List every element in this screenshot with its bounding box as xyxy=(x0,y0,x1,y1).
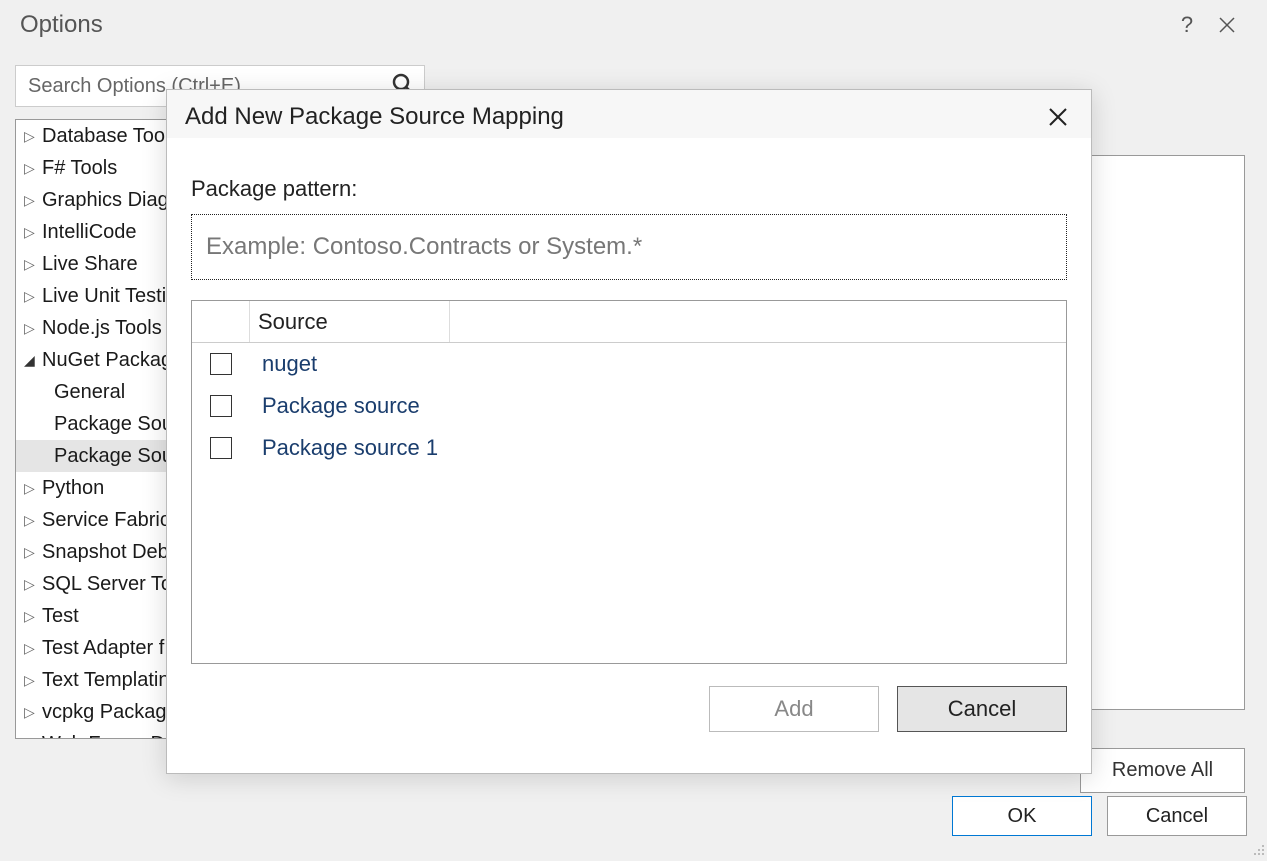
tree-item-label: Live Unit Testi xyxy=(42,285,166,308)
source-checkbox-cell xyxy=(192,437,250,459)
chevron-right-icon[interactable]: ▷ xyxy=(24,736,38,740)
tree-item-label: vcpkg Package xyxy=(42,701,178,724)
resize-grip-icon[interactable] xyxy=(1251,842,1265,859)
sources-grid: Source nuget Package source Package source… xyxy=(191,300,1067,664)
add-mapping-body: Package pattern: Source nuget Package sou… xyxy=(167,138,1091,732)
tree-item-label: Web Forms De xyxy=(42,733,176,740)
source-row[interactable]: Package source 1 xyxy=(192,427,1066,469)
chevron-right-icon[interactable]: ▷ xyxy=(24,576,38,593)
add-mapping-close-button[interactable] xyxy=(1043,102,1073,132)
source-row[interactable]: nuget xyxy=(192,343,1066,385)
source-checkbox[interactable] xyxy=(210,437,232,459)
chevron-right-icon[interactable]: ▷ xyxy=(24,288,38,305)
source-checkbox[interactable] xyxy=(210,353,232,375)
options-titlebar: Options ? xyxy=(0,0,1267,50)
tree-item-label: Python xyxy=(42,477,104,500)
chevron-right-icon[interactable]: ▷ xyxy=(24,544,38,561)
tree-item-label: IntelliCode xyxy=(42,221,137,244)
sources-grid-header: Source xyxy=(192,301,1066,343)
add-mapping-titlebar: Add New Package Source Mapping xyxy=(167,90,1091,138)
package-pattern-input[interactable] xyxy=(191,214,1067,280)
chevron-right-icon[interactable]: ▷ xyxy=(24,256,38,273)
chevron-right-icon[interactable]: ▷ xyxy=(24,608,38,625)
tree-item-label: Test Adapter f xyxy=(42,637,164,660)
tree-item-label: General xyxy=(54,381,125,404)
source-checkbox-cell xyxy=(192,353,250,375)
chevron-right-icon[interactable]: ▷ xyxy=(24,640,38,657)
tree-item-label: Text Templatin xyxy=(42,669,169,692)
tree-item-label: Package Sou xyxy=(54,413,173,436)
chevron-right-icon[interactable]: ▷ xyxy=(24,192,38,209)
modal-cancel-button[interactable]: Cancel xyxy=(897,686,1067,732)
source-checkbox[interactable] xyxy=(210,395,232,417)
close-button[interactable] xyxy=(1207,5,1247,45)
tree-item-label: Database Tool xyxy=(42,125,170,148)
add-mapping-buttons: Add Cancel xyxy=(191,686,1067,732)
tree-item-label: Package Sou xyxy=(54,445,173,468)
chevron-right-icon[interactable]: ▷ xyxy=(24,480,38,497)
tree-item-label: Node.js Tools xyxy=(42,317,162,340)
chevron-right-icon[interactable]: ▷ xyxy=(24,320,38,337)
source-name: Package source xyxy=(250,393,420,419)
chevron-down-icon[interactable]: ◢ xyxy=(24,352,38,369)
grid-header-checkbox-col xyxy=(192,301,250,342)
ok-button[interactable]: OK xyxy=(952,796,1092,836)
tree-item-label: Live Share xyxy=(42,253,138,276)
help-button[interactable]: ? xyxy=(1167,5,1207,45)
tree-item-label: Snapshot Deb xyxy=(42,541,169,564)
tree-item-label: SQL Server To xyxy=(42,573,172,596)
tree-item-label: Test xyxy=(42,605,79,628)
options-dialog-buttons: OK Cancel xyxy=(952,796,1247,836)
close-icon xyxy=(1217,15,1237,35)
chevron-right-icon[interactable]: ▷ xyxy=(24,128,38,145)
source-name: Package source 1 xyxy=(250,435,438,461)
add-mapping-dialog: Add New Package Source Mapping Package p… xyxy=(166,89,1092,774)
source-name: nuget xyxy=(250,351,317,377)
add-mapping-title: Add New Package Source Mapping xyxy=(185,103,1043,131)
grid-header-source[interactable]: Source xyxy=(250,301,450,342)
chevron-right-icon[interactable]: ▷ xyxy=(24,512,38,529)
remove-all-button[interactable]: Remove All xyxy=(1080,748,1245,793)
tree-item-label: NuGet Packag xyxy=(42,349,172,372)
package-pattern-label: Package pattern: xyxy=(191,176,1067,202)
chevron-right-icon[interactable]: ▷ xyxy=(24,672,38,689)
source-checkbox-cell xyxy=(192,395,250,417)
grid-header-rest xyxy=(450,301,1066,342)
cancel-button[interactable]: Cancel xyxy=(1107,796,1247,836)
chevron-right-icon[interactable]: ▷ xyxy=(24,704,38,721)
chevron-right-icon[interactable]: ▷ xyxy=(24,224,38,241)
options-title: Options xyxy=(20,11,1167,39)
tree-item-label: F# Tools xyxy=(42,157,117,180)
source-row[interactable]: Package source xyxy=(192,385,1066,427)
tree-item-label: Service Fabric xyxy=(42,509,170,532)
tree-item-label: Graphics Diag xyxy=(42,189,169,212)
add-button[interactable]: Add xyxy=(709,686,879,732)
close-icon xyxy=(1047,106,1069,128)
chevron-right-icon[interactable]: ▷ xyxy=(24,160,38,177)
